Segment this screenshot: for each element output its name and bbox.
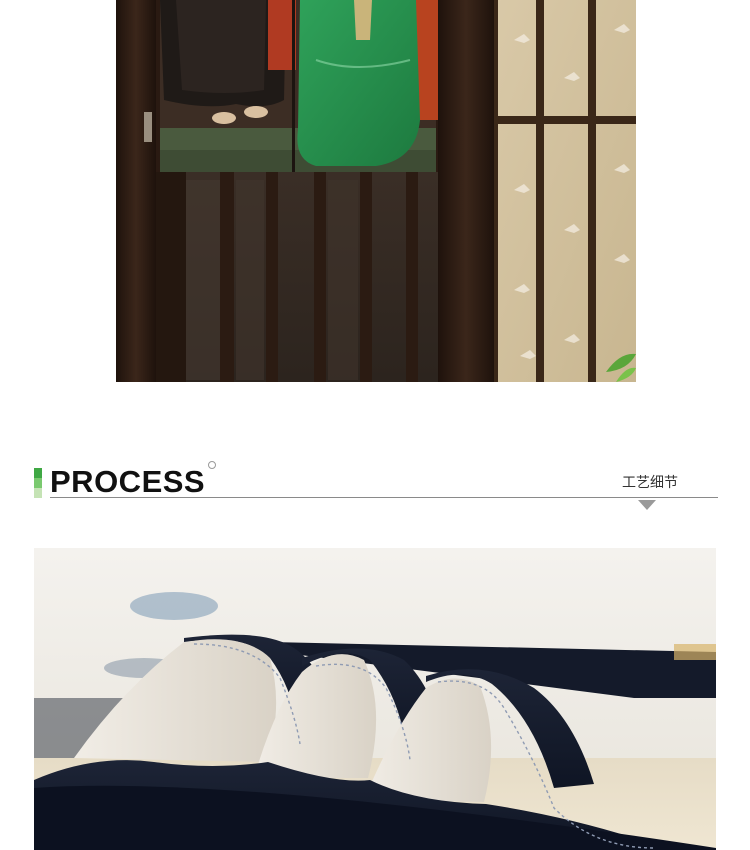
accent-bar-mid bbox=[34, 478, 42, 488]
curtain-doorway-illustration bbox=[116, 0, 636, 382]
accent-bar-light bbox=[34, 488, 42, 498]
curtain-doorway-photo bbox=[116, 0, 636, 382]
fabric-detail-photo bbox=[34, 548, 716, 850]
process-section-header: PROCESS 工艺细节 bbox=[34, 460, 718, 520]
accent-bar-dark bbox=[34, 468, 42, 478]
section-subtitle: 工艺细节 bbox=[622, 475, 678, 491]
section-title: PROCESS bbox=[50, 464, 206, 499]
triangle-down-icon bbox=[638, 500, 656, 510]
fabric-folds-illustration bbox=[34, 548, 716, 850]
divider-line bbox=[50, 497, 718, 498]
circle-icon bbox=[208, 461, 216, 469]
